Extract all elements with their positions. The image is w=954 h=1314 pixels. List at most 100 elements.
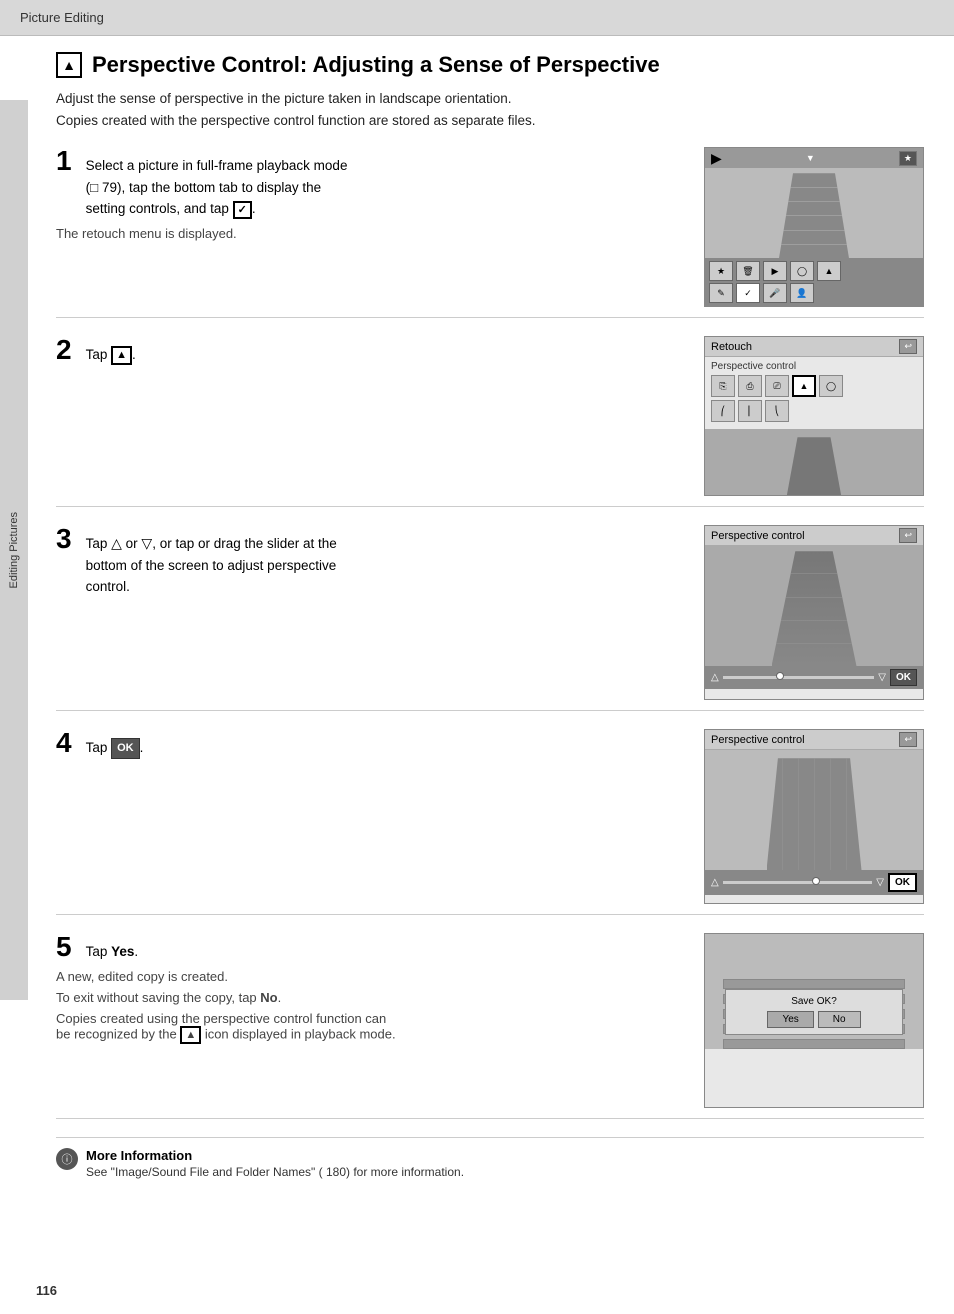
bh1 (723, 979, 905, 989)
step-5-screen: Save OK? Yes No (704, 933, 924, 1108)
play-icon: ▶ (711, 150, 722, 167)
ok-inline-icon[interactable]: OK (111, 738, 140, 760)
camera-screen-2: Retouch ↩ Perspective control ⎘ ⎙ ⎚ ▲ ◯ … (704, 336, 924, 496)
vline (798, 758, 799, 870)
ri-5[interactable]: ◯ (819, 375, 843, 397)
toolbar-btn-person[interactable]: 👤 (790, 283, 814, 303)
bline (779, 187, 849, 188)
screen1-image (705, 168, 923, 258)
toolbar-row-2: ✎ ✓ 🎤 👤 (709, 283, 919, 303)
step-5-row: 5 Tap Yes. A new, edited copy is created… (56, 933, 924, 1119)
building-lines-1 (779, 173, 849, 258)
step-1-screen: ▶ ▼ ★ (704, 147, 924, 307)
sidebar: Editing Pictures (0, 100, 28, 1000)
bl3 (772, 620, 857, 621)
camera-screen-3: Perspective control ↩ △ (704, 525, 924, 700)
building-image-1 (779, 173, 849, 258)
no-button[interactable]: No (818, 1011, 861, 1028)
step-5-sub3: Copies created using the perspective con… (56, 1011, 684, 1044)
ri-3[interactable]: ⎚ (765, 375, 789, 397)
slider-track-4[interactable] (723, 881, 873, 884)
ri-8[interactable]: ⎝ (765, 400, 789, 422)
bline (779, 244, 849, 245)
building-image-2 (787, 437, 842, 496)
retouch-icons-row1: ⎘ ⎙ ⎚ ▲ ◯ (711, 375, 917, 397)
triangle-up-icon: △ (111, 532, 122, 554)
perspective-label-3: Perspective control (711, 530, 805, 542)
step-1-text: Select a picture in full-frame playback … (86, 155, 348, 220)
save-buttons: Yes No (734, 1011, 894, 1028)
save-dialog-title: Save OK? (734, 996, 894, 1007)
slider-thumb-4[interactable] (812, 877, 820, 885)
screen3-slider[interactable]: △ ▽ OK (705, 666, 923, 689)
slider-thumb[interactable] (776, 672, 784, 680)
step-2-text: Tap ▲. (86, 344, 136, 366)
bh5 (723, 1039, 905, 1049)
toolbar-btn-onoff[interactable]: ◯ (790, 261, 814, 281)
bl3 (772, 597, 857, 598)
screen1-toolbar: ★ 🗑 ▶ ◯ ▲ ✎ ✓ 🎤 👤 (705, 258, 923, 306)
step-4-screen: Perspective control ↩ (704, 729, 924, 904)
back-btn-4[interactable]: ↩ (899, 732, 917, 747)
bl3 (772, 573, 857, 574)
toolbar-btn-check[interactable]: ✓ (736, 283, 760, 303)
toolbar-btn-star[interactable]: ★ (709, 261, 733, 281)
yes-button[interactable]: Yes (767, 1011, 813, 1028)
triangle-down-icon: ▽ (141, 532, 152, 554)
toolbar-row-1: ★ 🗑 ▶ ◯ ▲ (709, 261, 919, 281)
bline (779, 201, 849, 202)
step-1-left: 1 Select a picture in full-frame playbac… (56, 147, 684, 241)
page-description: Adjust the sense of perspective in the p… (56, 88, 924, 131)
screen2-title: Retouch ↩ (705, 337, 923, 357)
toolbar-btn-upload[interactable]: ▲ (817, 261, 841, 281)
slider-right-arrow-4: ▽ (876, 877, 884, 888)
step-1-number: 1 (56, 147, 72, 175)
more-info-title: More Information (86, 1148, 464, 1163)
building-image-3 (772, 551, 857, 666)
retouch-inline-icon: ✓ (233, 201, 252, 219)
back-btn-3[interactable]: ↩ (899, 528, 917, 543)
bl3 (772, 643, 857, 644)
ri-7[interactable]: ⎜ (738, 400, 762, 422)
title-text: Perspective Control: Adjusting a Sense o… (92, 52, 660, 78)
step-3-row: 3 Tap △ or ▽, or tap or drag the slider … (56, 525, 924, 711)
step-3-heading: 3 Tap △ or ▽, or tap or drag the slider … (56, 525, 684, 598)
screen1-top-bar: ▶ ▼ ★ (705, 148, 923, 168)
step-2-screen: Retouch ↩ Perspective control ⎘ ⎙ ⎚ ▲ ◯ … (704, 336, 924, 496)
ri-2[interactable]: ⎙ (738, 375, 762, 397)
more-info-content: More Information See "Image/Sound File a… (86, 1148, 464, 1179)
building-lines-3 (772, 551, 857, 666)
step-4-number: 4 (56, 729, 72, 757)
ok-button-3[interactable]: OK (890, 669, 917, 686)
back-btn-2[interactable]: ↩ (899, 339, 917, 354)
arrow-down-icon: ▼ (806, 153, 815, 163)
ok-button-4[interactable]: OK (888, 873, 917, 892)
ri-1[interactable]: ⎘ (711, 375, 735, 397)
screen2-image (705, 429, 923, 496)
camera-screen-5: Save OK? Yes No (704, 933, 924, 1108)
toolbar-btn-copy[interactable]: ▶ (763, 261, 787, 281)
toolbar-btn-delete[interactable]: 🗑 (736, 261, 760, 281)
toolbar-btn-pencil[interactable]: ✎ (709, 283, 733, 303)
step-4-text: Tap OK. (86, 737, 144, 759)
toolbar-btn-mic[interactable]: 🎤 (763, 283, 787, 303)
ri-4-selected[interactable]: ▲ (792, 375, 816, 397)
header-title: Picture Editing (20, 10, 104, 25)
no-bold: No (260, 990, 277, 1005)
step-5-number: 5 (56, 933, 72, 961)
building-image-4 (767, 758, 862, 870)
step-2-row: 2 Tap ▲. Retouch ↩ Perspective control ⎘… (56, 336, 924, 507)
step-5-sub2: To exit without saving the copy, tap No. (56, 990, 684, 1005)
screen4-title: Perspective control ↩ (705, 730, 923, 750)
step-1-sub: The retouch menu is displayed. (56, 226, 684, 241)
save-dialog: Save OK? Yes No (725, 989, 903, 1035)
header-bar: Picture Editing (0, 0, 954, 36)
step-4-left: 4 Tap OK. (56, 729, 684, 765)
step-3-number: 3 (56, 525, 72, 553)
ri-6[interactable]: ⎛ (711, 400, 735, 422)
perspective-label-4: Perspective control (711, 734, 805, 746)
bline (779, 230, 849, 231)
slider-track[interactable] (723, 676, 875, 679)
slider-left-arrow: △ (711, 672, 719, 683)
persp-ctrl-inline-icon: ▲ (111, 346, 132, 364)
